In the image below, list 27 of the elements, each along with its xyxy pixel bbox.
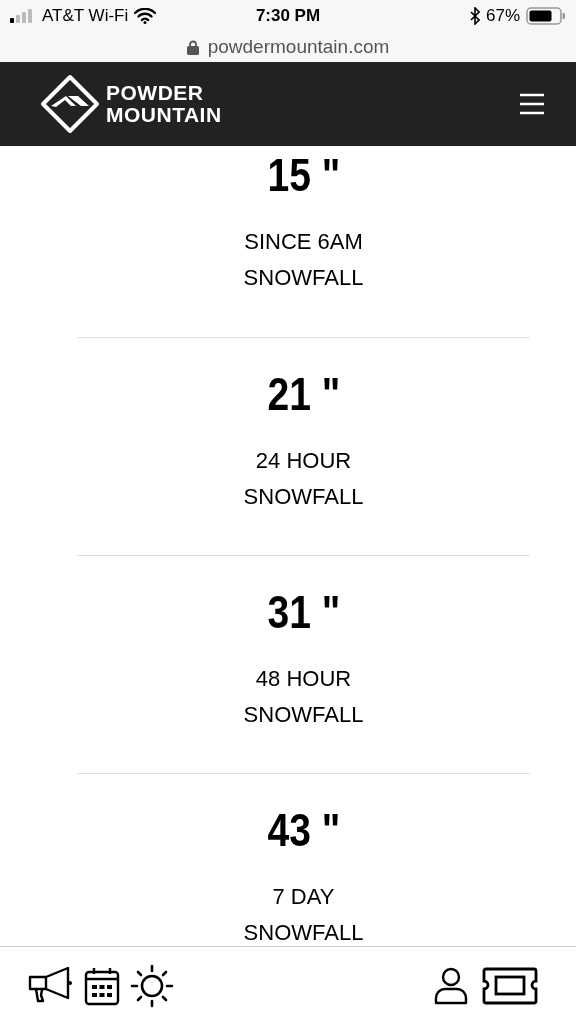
- menu-icon[interactable]: [518, 92, 546, 116]
- snowfall-label: SNOWFALL: [243, 483, 364, 511]
- lock-icon: [186, 39, 199, 55]
- status-time: 7:30 PM: [255, 6, 321, 26]
- battery-icon: [526, 7, 566, 25]
- snowfall-value: 31 ": [267, 586, 340, 638]
- battery-percent: 67%: [485, 6, 520, 26]
- logo-text[interactable]: MOUNTAIN: [106, 104, 222, 126]
- carrier-name: AT&T Wi-Fi: [42, 6, 129, 26]
- snowfall-label: SNOWFALL: [243, 701, 364, 729]
- snowfall-value: 21 ": [267, 368, 340, 420]
- logo-text[interactable]: POWDER: [106, 82, 222, 104]
- snowfall-value: 43 ": [267, 804, 340, 856]
- snowfall-label: 7 DAY: [272, 883, 335, 911]
- snowfall-label: SINCE 6AM: [244, 228, 363, 256]
- snowfall-value: 15 ": [267, 149, 340, 201]
- wifi-icon: [134, 8, 157, 24]
- snowfall-label: 48 HOUR: [255, 665, 352, 693]
- calendar-icon[interactable]: [84, 965, 120, 1006]
- logo-icon[interactable]: [40, 74, 100, 134]
- snowfall-label: SNOWFALL: [243, 264, 364, 292]
- snowfall-label: 24 HOUR: [255, 447, 352, 475]
- sun-icon[interactable]: [130, 963, 174, 1008]
- snowfall-label: SNOWFALL: [243, 919, 364, 946]
- bluetooth-icon: [469, 7, 480, 25]
- user-icon[interactable]: [434, 966, 468, 1005]
- ticket-icon[interactable]: [482, 966, 538, 1005]
